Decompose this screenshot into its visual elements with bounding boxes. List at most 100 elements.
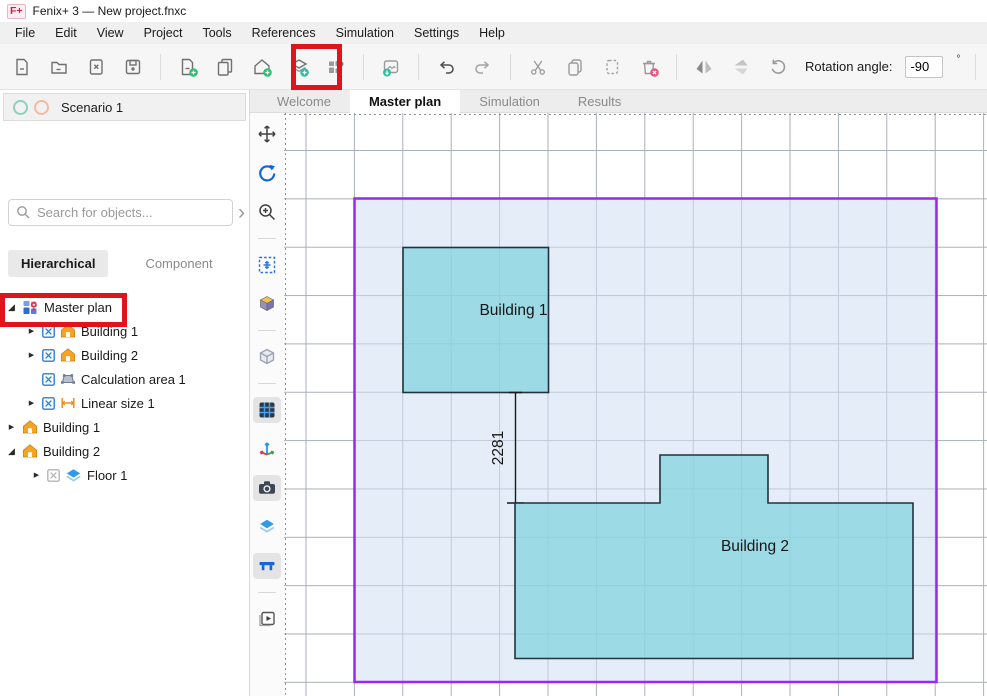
expander-expanded-icon[interactable]: ◢ bbox=[6, 446, 17, 457]
grid-toggle-icon[interactable] bbox=[253, 397, 281, 423]
tree-label: Building 2 bbox=[43, 444, 100, 459]
checkbox-checked-gray-icon[interactable] bbox=[47, 469, 60, 482]
search-icon bbox=[16, 205, 30, 219]
tree-label: Master plan bbox=[44, 300, 112, 315]
tab-welcome[interactable]: Welcome bbox=[258, 90, 350, 112]
cut-icon[interactable] bbox=[526, 55, 550, 79]
flip-horizontal-icon[interactable] bbox=[692, 55, 716, 79]
menu-file[interactable]: File bbox=[5, 22, 45, 44]
canvas-tool-strip bbox=[250, 113, 284, 696]
strip-separator bbox=[258, 238, 276, 239]
toolbar-separator bbox=[363, 54, 364, 80]
master-plan-canvas[interactable]: Building 1 2281 Building 2 bbox=[284, 113, 987, 696]
tree-label: Floor 1 bbox=[87, 468, 127, 483]
search-options-chevron-icon[interactable]: › bbox=[238, 203, 245, 223]
tree-item-calculation-area-1[interactable]: Calculation area 1 bbox=[0, 367, 249, 391]
object-tree: ◢ Master plan ▶ Building 1 ▶ Building 2 bbox=[0, 295, 249, 487]
import-image-icon[interactable] bbox=[379, 55, 403, 79]
master-plan-icon bbox=[22, 299, 39, 316]
toolbar-separator bbox=[160, 54, 161, 80]
undo-icon[interactable] bbox=[434, 55, 458, 79]
save-project-icon[interactable] bbox=[121, 55, 145, 79]
menu-help[interactable]: Help bbox=[469, 22, 515, 44]
menu-references[interactable]: References bbox=[242, 22, 326, 44]
search-input[interactable] bbox=[8, 199, 233, 226]
view-wireframe-icon[interactable] bbox=[253, 344, 281, 370]
tab-hierarchical[interactable]: Hierarchical bbox=[8, 250, 108, 277]
checkbox-checked-icon[interactable] bbox=[42, 349, 55, 362]
tree-item-building-2-root[interactable]: ◢ Building 2 bbox=[0, 439, 249, 463]
rotate-view-icon[interactable] bbox=[253, 160, 281, 186]
rotation-angle-input[interactable] bbox=[905, 56, 943, 78]
menu-settings[interactable]: Settings bbox=[404, 22, 469, 44]
building-2-label: Building 2 bbox=[721, 538, 789, 555]
close-project-icon[interactable] bbox=[84, 55, 108, 79]
menu-edit[interactable]: Edit bbox=[45, 22, 87, 44]
expander-expanded-icon[interactable]: ◢ bbox=[6, 302, 17, 313]
menu-project[interactable]: Project bbox=[134, 22, 193, 44]
tree-item-building-1-root[interactable]: ▶ Building 1 bbox=[0, 415, 249, 439]
strip-separator bbox=[258, 592, 276, 593]
scenario-item[interactable]: Scenario 1 bbox=[3, 93, 246, 121]
tab-simulation[interactable]: Simulation bbox=[460, 90, 559, 112]
menu-simulation[interactable]: Simulation bbox=[326, 22, 404, 44]
strip-separator bbox=[258, 383, 276, 384]
presentation-icon[interactable] bbox=[253, 606, 281, 632]
scenario-status-orange-icon bbox=[34, 100, 49, 115]
tree-item-floor-1[interactable]: ▶ Floor 1 bbox=[0, 463, 249, 487]
open-project-icon[interactable] bbox=[47, 55, 71, 79]
degree-symbol: ° bbox=[956, 54, 960, 65]
tab-component[interactable]: Component bbox=[132, 250, 225, 277]
copy-scenario-icon[interactable] bbox=[213, 55, 237, 79]
new-document-icon[interactable] bbox=[10, 55, 34, 79]
copy-icon[interactable] bbox=[563, 55, 587, 79]
tree-label: Building 1 bbox=[43, 420, 100, 435]
expander-collapsed-icon[interactable]: ▶ bbox=[31, 471, 42, 479]
add-scenario-icon[interactable] bbox=[176, 55, 200, 79]
toolbar-separator bbox=[975, 54, 976, 80]
add-floor-icon[interactable] bbox=[287, 55, 311, 79]
tree-item-master-plan[interactable]: ◢ Master plan bbox=[0, 295, 249, 319]
camera-toggle-icon[interactable] bbox=[253, 475, 281, 501]
linear-size-icon bbox=[60, 395, 76, 411]
paste-icon[interactable] bbox=[600, 55, 624, 79]
menu-tools[interactable]: Tools bbox=[192, 22, 241, 44]
axes-toggle-icon[interactable] bbox=[253, 436, 281, 462]
app-logo-icon: F+ bbox=[7, 4, 26, 19]
rotate-icon[interactable] bbox=[766, 55, 790, 79]
tree-item-linear-size-1[interactable]: ▶ Linear size 1 bbox=[0, 391, 249, 415]
tree-label: Linear size 1 bbox=[81, 396, 155, 411]
view-3d-icon[interactable] bbox=[253, 291, 281, 317]
fit-to-screen-icon[interactable] bbox=[253, 252, 281, 278]
checkbox-checked-icon[interactable] bbox=[42, 325, 55, 338]
expander-collapsed-icon[interactable]: ▶ bbox=[26, 399, 37, 407]
expander-collapsed-icon[interactable]: ▶ bbox=[26, 327, 37, 335]
move-tool-icon[interactable] bbox=[253, 121, 281, 147]
checkbox-checked-icon[interactable] bbox=[42, 373, 55, 386]
redo-icon[interactable] bbox=[471, 55, 495, 79]
checkbox-checked-icon[interactable] bbox=[42, 397, 55, 410]
object-panel: Scenario 1 › Hierarchical Component ◢ Ma… bbox=[0, 90, 250, 696]
table-tool-icon[interactable] bbox=[253, 553, 281, 579]
expander-collapsed-icon[interactable]: ▶ bbox=[26, 351, 37, 359]
tab-results[interactable]: Results bbox=[559, 90, 640, 112]
expander-collapsed-icon[interactable]: ▶ bbox=[6, 423, 17, 431]
delete-icon[interactable] bbox=[637, 55, 661, 79]
add-building-icon[interactable] bbox=[250, 55, 274, 79]
building-icon bbox=[60, 323, 76, 339]
scenario-label: Scenario 1 bbox=[61, 100, 123, 115]
master-plan-toolbar-icon[interactable] bbox=[324, 55, 348, 79]
layers-toggle-icon[interactable] bbox=[253, 514, 281, 540]
tree-item-building-2[interactable]: ▶ Building 2 bbox=[0, 343, 249, 367]
tab-master-plan[interactable]: Master plan bbox=[350, 90, 460, 114]
toolbar-separator bbox=[676, 54, 677, 80]
floor-icon bbox=[65, 467, 82, 483]
menu-view[interactable]: View bbox=[87, 22, 134, 44]
tree-item-building-1[interactable]: ▶ Building 1 bbox=[0, 319, 249, 343]
zoom-tool-icon[interactable] bbox=[253, 199, 281, 225]
dimension-value-label: 2281 bbox=[490, 431, 507, 465]
building-icon bbox=[22, 443, 38, 459]
panel-view-tabs: Hierarchical Component bbox=[8, 250, 249, 277]
building-1-shape[interactable] bbox=[403, 248, 549, 393]
flip-vertical-icon[interactable] bbox=[729, 55, 753, 79]
